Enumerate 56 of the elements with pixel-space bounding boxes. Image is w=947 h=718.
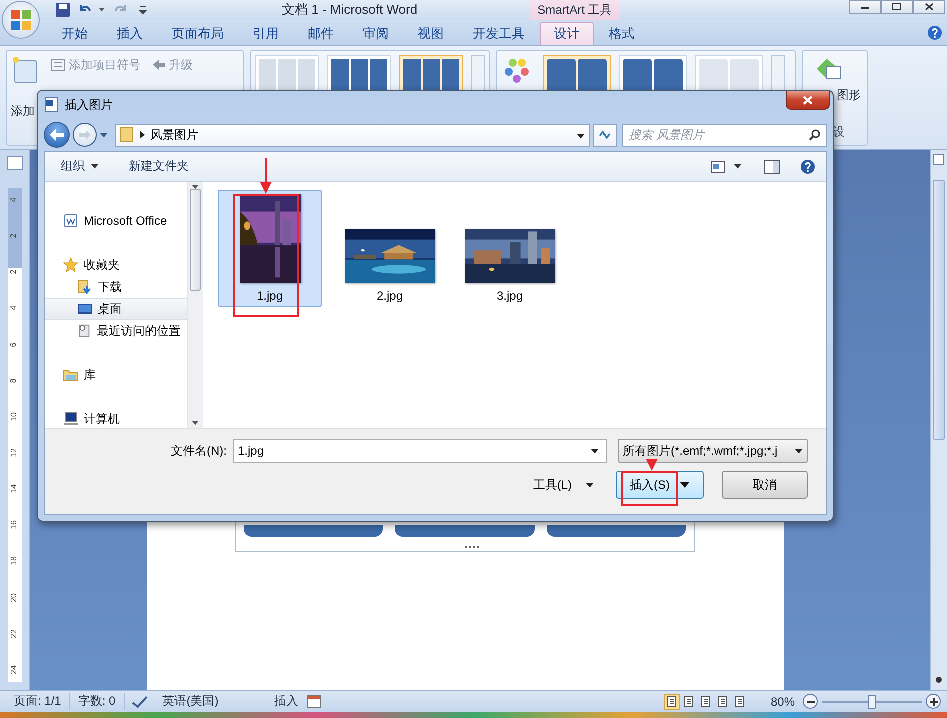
ruler-number: 16 (10, 520, 18, 530)
file-tile[interactable]: 1.jpg (218, 190, 322, 307)
dialog-title: 插入图片 (65, 96, 113, 114)
word-count: 字数: 0 (70, 693, 125, 710)
ribbon-tab[interactable]: 邮件 (294, 22, 348, 45)
filename-field[interactable]: 1.jpg (233, 439, 607, 463)
nav-item[interactable]: 收藏夹 (45, 254, 187, 276)
file-tile[interactable]: 2.jpg (338, 190, 442, 307)
ruler-number: 12 (10, 448, 18, 458)
ribbon-tab[interactable]: 开发工具 (459, 22, 539, 45)
nav-item[interactable]: 下载 (45, 276, 187, 298)
zoom-level[interactable]: 80% (762, 694, 803, 708)
address-bar[interactable]: 风景图片 (114, 124, 590, 146)
nav-item[interactable]: 计算机 (45, 408, 187, 428)
ruler-number: 2 (10, 234, 18, 238)
ruler-number: 6 (10, 342, 18, 347)
group-label: 设 (833, 124, 845, 141)
ruler-number: 14 (10, 484, 18, 494)
ribbon-tab[interactable]: 引用 (239, 22, 293, 45)
new-folder-button[interactable]: 新建文件夹 (119, 154, 199, 178)
ruler-number: 22 (10, 629, 18, 638)
page-count: 页面: 1/1 (6, 693, 70, 710)
cancel-button[interactable]: 取消 (722, 471, 808, 499)
language-button[interactable]: 英语(美国) (154, 692, 227, 710)
window-title: 文档 1 - Microsoft Word (282, 1, 418, 19)
nav-item[interactable]: 库 (45, 364, 187, 386)
search-field[interactable]: 搜索 风景图片 (622, 124, 827, 146)
ribbon-tab[interactable]: 开始 (48, 22, 102, 45)
add-shape-button[interactable]: 添加 (11, 55, 41, 141)
ribbon-tab[interactable]: 视图 (404, 22, 458, 45)
nav-item[interactable]: Microsoft Office (45, 210, 187, 232)
nav-item[interactable]: 最近访问的位置 (45, 320, 187, 342)
ruler-number: 10 (10, 412, 18, 422)
ruler-number: 4 (10, 198, 18, 202)
organize-button[interactable]: 组织 (51, 154, 109, 178)
ribbon-tab[interactable]: 设计 (540, 22, 594, 45)
ruler-number: 20 (10, 593, 18, 602)
ruler-number: 2 (10, 270, 18, 274)
ribbon-tab[interactable]: 页面布局 (158, 22, 238, 45)
ruler-number: 8 (10, 378, 18, 383)
file-type-dropdown[interactable]: 所有图片(*.emf;*.wmf;*.jpg;*.j (618, 439, 808, 463)
tools-button[interactable]: 工具(L) (527, 472, 600, 498)
filename-label: 文件名(N): (171, 442, 227, 460)
nav-item[interactable]: 桌面 (45, 298, 187, 320)
insert-mode-button[interactable]: 插入 (266, 692, 307, 710)
file-tile[interactable]: 3.jpg (458, 190, 562, 307)
ruler-number: 4 (10, 306, 18, 311)
ruler-number: 18 (10, 556, 18, 566)
ribbon-tab[interactable]: 审阅 (349, 22, 403, 45)
breadcrumb[interactable]: 风景图片 (150, 126, 199, 144)
reset-graphic-label: 图形 (837, 87, 861, 104)
ruler-number: 24 (10, 665, 18, 674)
context-tab-label: SmartArt 工具 (530, 0, 620, 20)
ribbon-tab[interactable]: 插入 (103, 22, 157, 45)
insert-button[interactable]: 插入(S) (616, 471, 704, 499)
ribbon-tab[interactable]: 格式 (595, 22, 649, 45)
